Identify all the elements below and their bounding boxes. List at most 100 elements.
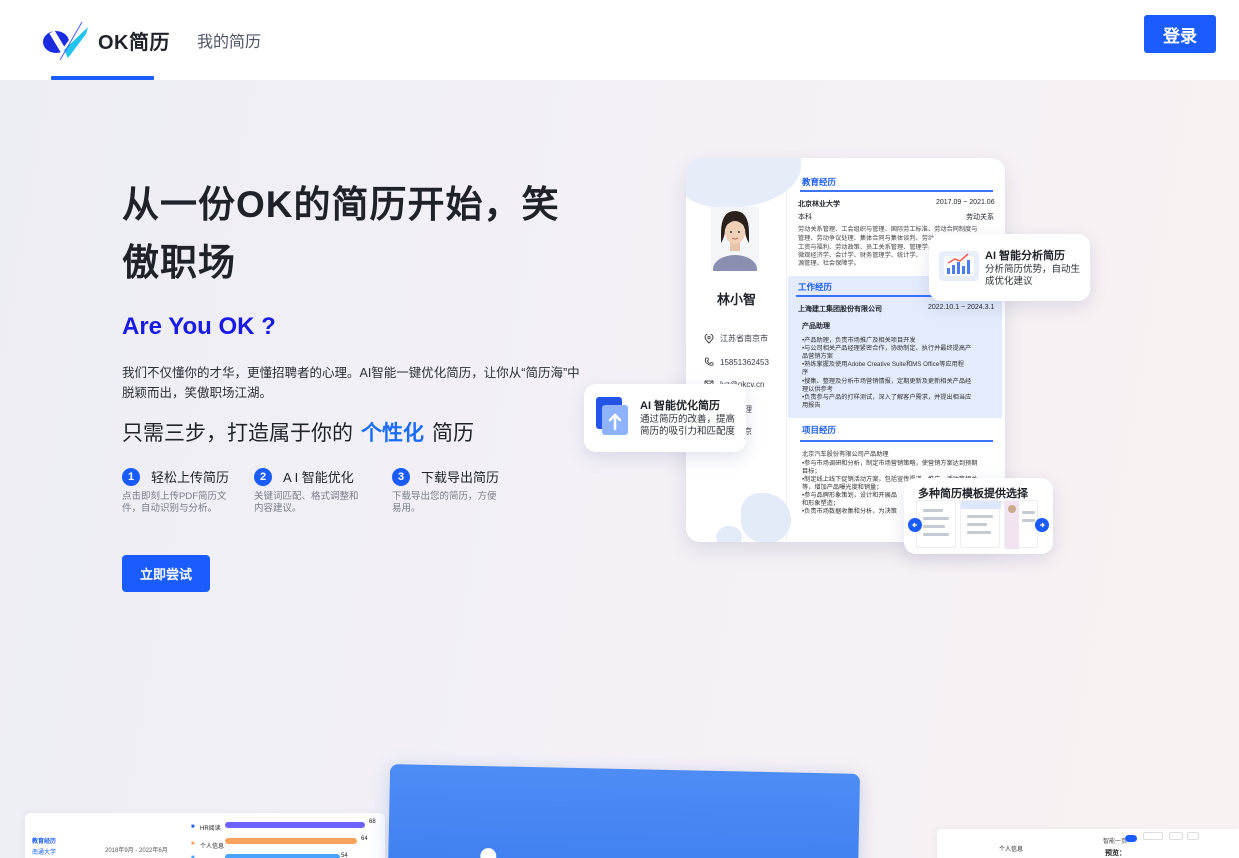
contact-location: 江苏省南京市 — [704, 333, 768, 344]
smart-page-label: 智能一页 — [1103, 839, 1128, 845]
edu-period: 2017.09 ~ 2021.06 — [936, 199, 995, 206]
section-title-education: 教育经历 — [802, 177, 837, 187]
try-now-button[interactable]: 立即尝试 — [122, 555, 210, 592]
project-line: 北京汽车股份有限公司产品助理 — [802, 451, 889, 458]
chart-analysis-icon — [938, 248, 980, 282]
section-title-work: 工作经历 — [798, 282, 833, 292]
steps-title-highlight: 个性化 — [361, 422, 424, 445]
work-line: 用报告 — [802, 402, 821, 409]
step-download: 3 下载导出简历 下载导出您的简历，方便易用。 — [392, 467, 520, 515]
toolbar-button[interactable] — [1187, 832, 1199, 840]
hero-description: 我们不仅懂你的才华，更懂招聘者的心理。AI智能一键优化简历，让你从“简历海”中脱… — [122, 366, 580, 400]
edu-degree: 本科 — [798, 214, 812, 221]
steps-title-prefix: 只需三步，打造属于你的 — [122, 422, 353, 445]
top-navbar: OK简历 我的简历 登录 — [0, 0, 1239, 80]
step-number: 3 — [392, 467, 410, 486]
edu-line: 劳动关系管理、工会组织与管理、国际劳工标准、劳动合同制度与 — [798, 226, 978, 233]
step-title: 下载导出简历 — [421, 470, 500, 485]
arrow-left-icon — [912, 522, 917, 528]
project-line: •负责市场数据收集和分析，为决策 — [802, 508, 897, 515]
decor-shape — [686, 158, 801, 208]
step-description: 点击即刻上传PDF简历文件，自动识别与分析。 — [122, 491, 227, 514]
step-description: 关键词匹配、格式调整和内容建议。 — [254, 491, 359, 514]
smart-page-toggle[interactable] — [1125, 835, 1137, 842]
work-company: 上海建工集团股份有限公司 — [798, 306, 882, 313]
templates-title: 多种简历模板提供选择 — [918, 488, 1028, 500]
contact-phone: 15851362453 — [704, 357, 769, 367]
upload-icon — [596, 397, 630, 435]
section-divider — [800, 190, 993, 192]
edu-school: 北京林业大学 — [798, 201, 840, 208]
step-number: 1 — [122, 467, 140, 486]
center-preview-panel — [387, 764, 861, 858]
nav-my-resume[interactable]: 我的简历 — [197, 28, 261, 52]
preview-label: 预览： — [1105, 850, 1126, 857]
hero-subhead: Are You OK ? — [122, 313, 276, 340]
ai-analyze-card: AI 智能分析简历 分析简历优势，自动生成优化建议 — [929, 234, 1090, 301]
next-template-button[interactable] — [1035, 518, 1049, 532]
work-line: 序 — [802, 369, 809, 376]
hero-headline: 从一份OK的简历开始，笑傲职场 — [122, 184, 560, 283]
edu-major: 劳动关系 — [966, 214, 994, 221]
decor-shape — [716, 526, 742, 542]
bar-label: HR阅读 — [200, 826, 221, 832]
template-thumbnail[interactable] — [916, 500, 956, 548]
step-upload: 1 轻松上传简历 点击即刻上传PDF简历文件，自动识别与分析。 — [122, 467, 250, 515]
section-divider — [800, 440, 993, 442]
work-period: 2022.10.1 ~ 2024.3.1 — [928, 304, 995, 311]
analysis-preview-card: 教育经历 南通大学 2018年9月 - 2022年6月 ■ HR阅读 68 ■ … — [25, 813, 385, 858]
bar-label: 个人信息 — [200, 844, 225, 850]
score-bar — [225, 854, 340, 858]
optimize-title: AI 智能优化简历 — [640, 400, 721, 412]
preview-period: 2018年9月 - 2022年6月 — [105, 848, 168, 854]
steps-title-suffix: 简历 — [432, 422, 474, 445]
step-description: 下载导出您的简历，方便易用。 — [392, 491, 497, 514]
phone-icon — [704, 357, 714, 367]
templates-card: 多种简历模板提供选择 — [904, 478, 1053, 554]
score-bar — [225, 822, 365, 828]
work-role: 产品助理 — [802, 323, 830, 330]
hr-read-marker: ■ — [191, 824, 195, 830]
steps-title: 只需三步，打造属于你的 个性化 简历 — [122, 417, 474, 447]
template-thumbnail[interactable] — [960, 500, 1001, 548]
arrow-right-icon — [1040, 522, 1045, 528]
section-title-project: 项目经历 — [802, 425, 837, 435]
analyze-desc: 分析简历优势，自动生成优化建议 — [985, 264, 1081, 287]
toolbar-button[interactable] — [1169, 832, 1183, 840]
bar-value: 68 — [369, 819, 376, 825]
decor-shape — [741, 493, 791, 542]
location-icon — [704, 333, 714, 344]
template-thumbnail[interactable] — [1004, 500, 1038, 549]
editor-section-title: 个人信息 — [999, 847, 1024, 853]
editor-preview-card: 个人信息 智能一页 预览： — [937, 829, 1239, 858]
ai-optimize-card: AI 智能优化简历 通过简历的改善，提高简历的吸引力和匹配度 — [584, 384, 746, 452]
logo-icon — [43, 21, 88, 61]
preview-school: 南通大学 — [32, 850, 57, 856]
toolbar-button[interactable] — [1143, 832, 1163, 840]
step-title: 轻松上传简历 — [151, 470, 230, 485]
work-line: •熟练掌握及使用Adobe Creative Suite和MS Office等应… — [802, 361, 964, 368]
preview-section-title: 教育经历 — [32, 839, 57, 845]
avatar — [711, 207, 759, 271]
project-line: •参与市场调研和分析，制定市场营销策略，使营销方案达到预期 — [802, 460, 978, 467]
step-ai-optimize: 2 A I 智能优化 关键词匹配、格式调整和内容建议。 — [254, 467, 382, 515]
edu-line: 源管理、社会保障学。 — [798, 260, 860, 267]
bar-value: 64 — [361, 836, 368, 842]
contact-text: 15851362453 — [720, 357, 769, 367]
step-number: 2 — [254, 467, 272, 486]
brand-name: OK简历 — [98, 31, 170, 54]
personal-info-marker: ■ — [191, 841, 195, 847]
resume-name: 林小智 — [716, 292, 756, 307]
login-button[interactable]: 登录 — [1144, 15, 1216, 53]
optimize-desc: 通过简历的改善，提高简历的吸引力和匹配度 — [640, 414, 736, 437]
analyze-title: AI 智能分析简历 — [985, 250, 1066, 262]
bar-value: 54 — [341, 853, 348, 858]
resume-sidebar: 林小智 江苏省南京市 15851362453 lyz@okcv.cn 产品助理 … — [686, 158, 801, 542]
brand-logo[interactable]: OK简历 — [42, 18, 170, 62]
work-line: •负责参与产品的打样测试，深入了解客户需求，并提出相当应 — [802, 394, 972, 401]
score-bar — [225, 838, 357, 844]
contact-text: 江苏省南京市 — [720, 334, 768, 343]
step-title: A I 智能优化 — [283, 470, 354, 485]
prev-template-button[interactable] — [908, 518, 922, 532]
panel-dot — [480, 847, 497, 858]
